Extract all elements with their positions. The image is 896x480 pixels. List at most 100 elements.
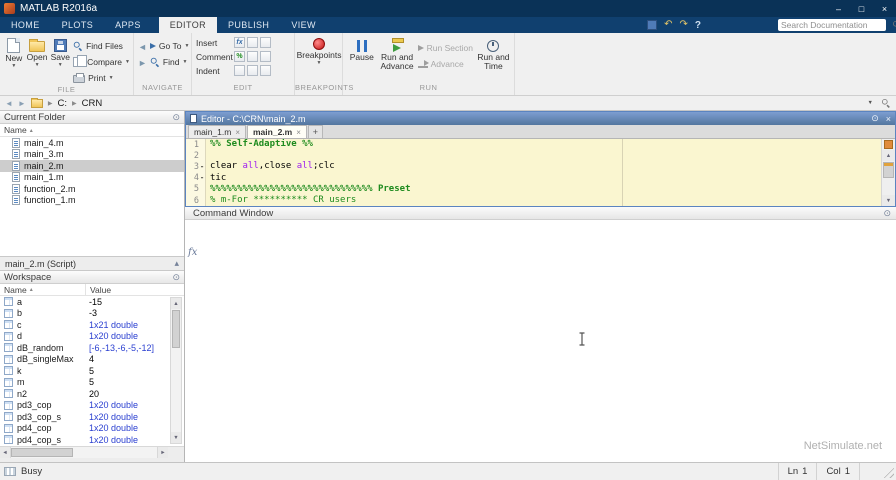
minimize-button[interactable]: –: [827, 0, 850, 17]
workspace-row[interactable]: dB_random [-6,-13,-6,-5,-12]: [0, 342, 184, 354]
editor-tab-main_2-m[interactable]: main_2.m ×: [247, 125, 307, 138]
go-to-button[interactable]: Go To ▼: [149, 40, 189, 52]
uncomment-icon[interactable]: [247, 51, 258, 62]
file-row[interactable]: main_4.m: [0, 137, 184, 149]
file-row[interactable]: function_2.m: [0, 183, 184, 195]
resize-grip[interactable]: [881, 465, 894, 478]
ribbon-tab-publish[interactable]: PUBLISH: [217, 17, 280, 33]
scroll-right-icon[interactable]: ►: [157, 447, 168, 458]
panel-menu-icon[interactable]: ⊙: [172, 112, 180, 122]
file-row[interactable]: main_2.m: [0, 160, 184, 172]
insert-section-icon[interactable]: [247, 37, 258, 48]
scrollbar-thumb[interactable]: [11, 448, 73, 457]
find-files-button[interactable]: Find Files: [73, 40, 130, 52]
workspace-row[interactable]: d 1x20 double: [0, 331, 184, 343]
breadcrumb-folder[interactable]: CRN: [82, 98, 103, 109]
run-and-time-button[interactable]: Run and Time: [476, 36, 511, 72]
print-button[interactable]: Print ▼: [73, 72, 130, 84]
save-button[interactable]: Save ▼: [50, 36, 70, 68]
close-tab-icon[interactable]: ×: [296, 128, 301, 137]
close-button[interactable]: ×: [873, 0, 896, 17]
workspace-row[interactable]: m5: [0, 377, 184, 389]
address-search-icon[interactable]: [882, 99, 890, 107]
forward-icon[interactable]: ►: [138, 57, 147, 69]
indent-left-icon[interactable]: [247, 65, 258, 76]
editor-body[interactable]: 123-4-56 %% Self-Adaptive %% clear all,cl…: [186, 139, 895, 206]
current-folder-column-header[interactable]: Name ▴: [0, 124, 184, 137]
advance-button[interactable]: Advance: [417, 58, 473, 70]
panel-menu-icon[interactable]: ⊙: [883, 208, 891, 218]
run-section-button[interactable]: Run Section: [417, 42, 473, 54]
ribbon-tab-editor[interactable]: EDITOR: [158, 17, 217, 33]
help-icon[interactable]: ?: [695, 20, 701, 31]
scrollbar-track[interactable]: [882, 179, 895, 195]
file-row[interactable]: function_1.m: [0, 195, 184, 207]
close-panel-icon[interactable]: ×: [886, 114, 891, 124]
breakpoint-dash[interactable]: -: [199, 162, 205, 172]
workspace-row[interactable]: dB_singleMax 4: [0, 354, 184, 366]
ribbon-tab-apps[interactable]: APPS: [104, 17, 152, 33]
ribbon-tab-view[interactable]: VIEW: [280, 17, 327, 33]
scroll-down-icon[interactable]: ▼: [882, 195, 895, 206]
compare-button[interactable]: Compare ▼: [73, 55, 130, 68]
maximize-button[interactable]: □: [850, 0, 873, 17]
quick-save-icon[interactable]: [647, 20, 658, 30]
code-analyzer-marker[interactable]: [884, 163, 893, 166]
search-documentation-box[interactable]: [778, 19, 896, 31]
code-lines[interactable]: %% Self-Adaptive %% clear all,close all;c…: [206, 139, 895, 206]
search-documentation-input[interactable]: [781, 20, 892, 30]
back-icon[interactable]: ◄: [138, 41, 147, 53]
fx-icon[interactable]: fx: [188, 247, 197, 258]
workspace-row[interactable]: n2 20: [0, 388, 184, 400]
details-bar[interactable]: main_2.m (Script) ▴: [0, 256, 184, 271]
scroll-down-icon[interactable]: ▼: [171, 432, 181, 443]
redo-icon[interactable]: ↷: [680, 20, 688, 30]
new-tab-button[interactable]: +: [307, 125, 323, 138]
file-row[interactable]: main_3.m: [0, 149, 184, 161]
scroll-up-icon[interactable]: ▲: [171, 298, 181, 309]
comment-block-icon[interactable]: [260, 51, 271, 62]
workspace-horizontal-scrollbar[interactable]: ◄ ►: [0, 446, 168, 458]
workspace-row[interactable]: pd3_cop 1x20 double: [0, 400, 184, 412]
breadcrumb-drive[interactable]: C:: [57, 98, 67, 109]
up-folder-icon[interactable]: [30, 97, 43, 108]
code-analyzer-indicator[interactable]: [884, 140, 893, 149]
find-button[interactable]: Find ▼: [150, 56, 189, 68]
command-window-header[interactable]: Command Window ⊙: [185, 207, 896, 220]
workspace-row[interactable]: c 1x21 double: [0, 319, 184, 331]
run-and-advance-button[interactable]: Run and Advance: [380, 36, 415, 72]
scroll-left-icon[interactable]: ◄: [0, 447, 11, 458]
breakpoint-dash[interactable]: -: [199, 173, 205, 183]
forward-icon[interactable]: ►: [18, 99, 26, 108]
open-button[interactable]: Open ▼: [27, 36, 47, 68]
breakpoints-button[interactable]: Breakpoints ▼: [297, 36, 341, 66]
editor-title-bar[interactable]: Editor - C:\CRN\main_2.m ⊙ ×: [186, 112, 895, 125]
collapse-details-icon[interactable]: ▴: [174, 259, 179, 268]
address-dropdown-icon[interactable]: ▼: [868, 100, 873, 106]
workspace-row[interactable]: k5: [0, 365, 184, 377]
scrollbar-thumb[interactable]: [172, 310, 180, 348]
workspace-row[interactable]: pd3_cop_s 1x20 double: [0, 411, 184, 423]
smart-indent-icon[interactable]: [234, 65, 245, 76]
file-row[interactable]: main_1.m: [0, 172, 184, 184]
panel-menu-icon[interactable]: ⊙: [871, 113, 879, 124]
new-button[interactable]: New ▼: [4, 36, 24, 69]
insert-fx-icon[interactable]: fx: [234, 37, 245, 48]
insert-function-icon[interactable]: [260, 37, 271, 48]
editor-vertical-scrollbar[interactable]: ▲ ▼: [881, 139, 895, 206]
comment-icon[interactable]: %: [234, 51, 245, 62]
workspace-row[interactable]: a -15: [0, 296, 184, 308]
scrollbar-track[interactable]: [171, 349, 181, 432]
workspace-column-header[interactable]: Name ▴ Value: [0, 284, 184, 296]
workspace-row[interactable]: b -3: [0, 308, 184, 320]
back-icon[interactable]: ◄: [5, 99, 13, 108]
workspace-vertical-scrollbar[interactable]: ▲ ▼: [170, 297, 182, 444]
pause-button[interactable]: Pause: [347, 36, 377, 62]
close-tab-icon[interactable]: ×: [235, 128, 240, 137]
undo-icon[interactable]: ↶: [664, 20, 672, 30]
indent-right-icon[interactable]: [260, 65, 271, 76]
command-window-body[interactable]: fx NetSimulate.net: [185, 220, 896, 462]
ribbon-tab-home[interactable]: HOME: [0, 17, 51, 33]
scrollbar-track[interactable]: [73, 447, 157, 458]
workspace-row[interactable]: pd4_cop_s 1x20 double: [0, 434, 184, 446]
